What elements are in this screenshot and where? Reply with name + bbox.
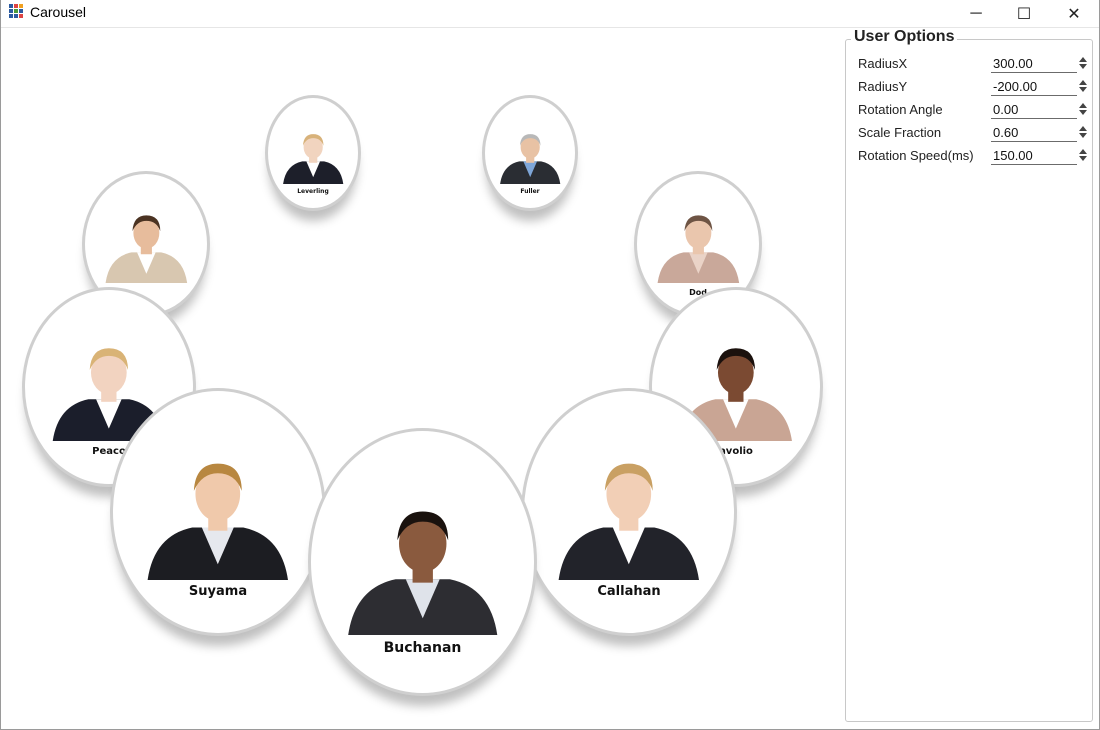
- employee-name: Callahan: [597, 584, 661, 599]
- window-title: Carousel: [30, 4, 87, 20]
- radiusy-input[interactable]: [991, 77, 1077, 96]
- scale-fraction-label: Scale Fraction: [858, 125, 942, 140]
- spin-up-icon[interactable]: [1079, 80, 1087, 85]
- employee-name: Buchanan: [383, 640, 462, 656]
- radiusx-input[interactable]: [991, 54, 1077, 73]
- carousel-card[interactable]: Buchanan: [308, 428, 537, 696]
- option-row-rotation-speed: Rotation Speed(ms): [858, 146, 1088, 166]
- option-row-radiusx: RadiusX: [858, 54, 1088, 74]
- scale-fraction-spinner[interactable]: [1079, 124, 1088, 142]
- option-row-scale-fraction: Scale Fraction: [858, 123, 1088, 143]
- user-options-panel: User Options RadiusX RadiusY Rotation An…: [845, 28, 1093, 722]
- spin-down-icon[interactable]: [1079, 87, 1087, 92]
- option-row-radiusy: RadiusY: [858, 77, 1088, 97]
- spin-down-icon[interactable]: [1079, 133, 1087, 138]
- radiusy-label: RadiusY: [858, 79, 908, 94]
- radiusx-label: RadiusX: [858, 56, 908, 71]
- employee-name: Suyama: [188, 584, 248, 599]
- scale-fraction-input[interactable]: [991, 123, 1077, 142]
- minimize-button[interactable]: ─: [953, 0, 999, 27]
- employee-photo: [100, 199, 193, 284]
- employee-name: Fuller: [520, 188, 540, 195]
- rotation-speed-label: Rotation Speed(ms): [858, 148, 974, 163]
- carousel-card[interactable]: Suyama: [110, 388, 326, 636]
- option-row-rotation-angle: Rotation Angle: [858, 100, 1088, 120]
- carousel-area[interactable]: Leverling Fuller Dod Peaco avolio Suyama Calla…: [1, 28, 841, 728]
- title-bar[interactable]: Carousel ─ ☐ ✕: [1, 0, 1099, 28]
- employee-photo: [338, 478, 507, 636]
- spin-down-icon[interactable]: [1079, 156, 1087, 161]
- rotation-angle-spinner[interactable]: [1079, 101, 1088, 119]
- app-grid-icon: [9, 4, 24, 19]
- employee-photo: [652, 199, 745, 284]
- spin-up-icon[interactable]: [1079, 149, 1087, 154]
- rotation-speed-spinner[interactable]: [1079, 147, 1088, 165]
- spin-down-icon[interactable]: [1079, 64, 1087, 69]
- carousel-card[interactable]: Callahan: [521, 388, 737, 636]
- spin-down-icon[interactable]: [1079, 110, 1087, 115]
- employee-photo: [138, 435, 298, 580]
- options-title: User Options: [851, 28, 958, 46]
- spin-up-icon[interactable]: [1079, 103, 1087, 108]
- rotation-speed-input[interactable]: [991, 146, 1077, 165]
- carousel-card[interactable]: Fuller: [482, 95, 578, 211]
- radiusx-spinner[interactable]: [1079, 55, 1088, 73]
- employee-photo: [279, 118, 347, 184]
- employee-name: Leverling: [297, 188, 329, 195]
- rotation-angle-label: Rotation Angle: [858, 102, 943, 117]
- spin-up-icon[interactable]: [1079, 126, 1087, 131]
- spin-up-icon[interactable]: [1079, 57, 1087, 62]
- maximize-button[interactable]: ☐: [1001, 0, 1047, 27]
- employee-photo: [549, 435, 709, 580]
- employee-photo: [496, 118, 564, 184]
- radiusy-spinner[interactable]: [1079, 78, 1088, 96]
- rotation-angle-input[interactable]: [991, 100, 1077, 119]
- carousel-card[interactable]: Leverling: [265, 95, 361, 211]
- close-button[interactable]: ✕: [1051, 0, 1097, 27]
